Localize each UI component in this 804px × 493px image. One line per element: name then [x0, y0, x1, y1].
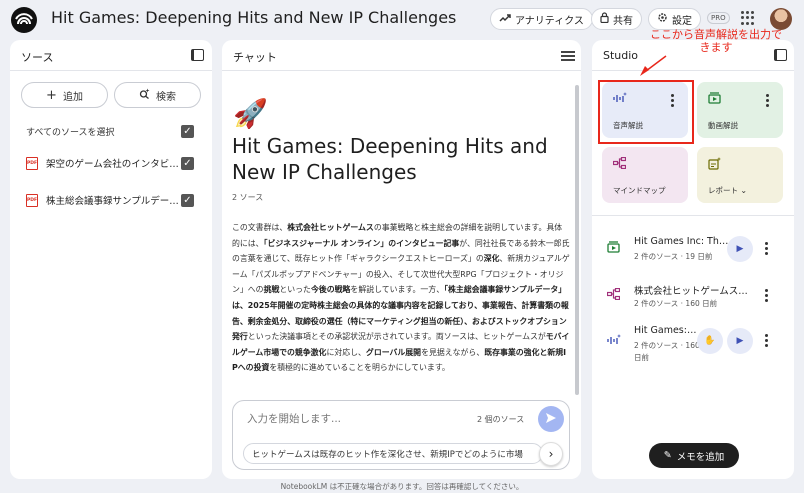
annotation-arrow-icon: [640, 55, 667, 76]
disclaimer-footer: NotebookLM は不正確な場合があります。回答は再確認してください。: [280, 482, 524, 491]
